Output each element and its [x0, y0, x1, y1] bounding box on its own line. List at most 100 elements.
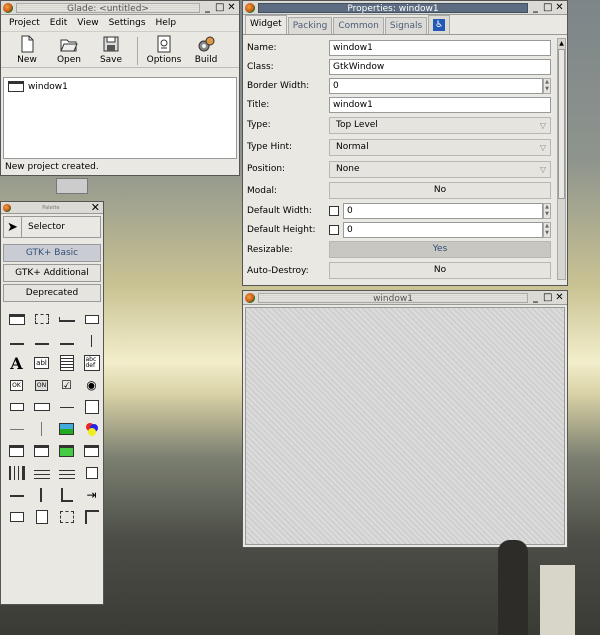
palette-tab-gtk-additional[interactable]: GTK+ Additional: [3, 264, 101, 282]
open-button[interactable]: Open: [51, 35, 87, 65]
scroll-thumb[interactable]: [558, 49, 565, 199]
window1-titlebar[interactable]: window1 _ □ ✕: [243, 291, 567, 305]
image-widget-icon[interactable]: [58, 420, 76, 438]
entry-widget-icon[interactable]: abl: [33, 354, 51, 372]
spin-arrows-icon[interactable]: ▲ ▼: [543, 202, 551, 219]
palette-tab-gtk-basic[interactable]: GTK+ Basic: [3, 244, 101, 262]
default-width-spin[interactable]: 0 ▲ ▼: [329, 202, 551, 219]
default-height-field[interactable]: 0: [343, 221, 543, 238]
vseparator-small-icon[interactable]: [83, 332, 101, 350]
border-width-spin[interactable]: 0 ▲ ▼: [329, 77, 551, 94]
type-combo[interactable]: Top Level: [329, 116, 551, 134]
dialog-widget-icon[interactable]: [33, 310, 51, 328]
tab-signals[interactable]: Signals: [384, 17, 428, 34]
text-abc-def-icon[interactable]: abc def: [83, 354, 101, 372]
hbox-widget-icon[interactable]: [58, 310, 76, 328]
minimize-button[interactable]: _: [203, 2, 212, 13]
check-button-icon[interactable]: ☑: [58, 376, 76, 394]
window1-placeholder-area[interactable]: [245, 307, 565, 545]
tab-common[interactable]: Common: [333, 17, 384, 34]
default-height-spin[interactable]: 0 ▲ ▼: [329, 221, 551, 238]
new-button[interactable]: New: [9, 35, 45, 65]
status-bar: New project created.: [3, 160, 237, 174]
glade-titlebar[interactable]: Glade: <untitled> _ □ ✕: [1, 1, 239, 15]
w1-minimize-button[interactable]: _: [531, 292, 540, 303]
vscale-icon[interactable]: [33, 486, 51, 504]
w1-maximize-button[interactable]: □: [543, 292, 552, 303]
menu-project[interactable]: Project: [9, 18, 40, 28]
notebook-icon[interactable]: [33, 508, 51, 526]
table-widget-icon[interactable]: [8, 332, 26, 350]
input-dialog-icon[interactable]: [83, 442, 101, 460]
radio-group-icon[interactable]: [58, 332, 76, 350]
type-hint-combo[interactable]: Normal: [329, 138, 551, 156]
handle-box-icon[interactable]: [58, 486, 76, 504]
prop-close-button[interactable]: ✕: [555, 2, 564, 13]
menu-settings[interactable]: Settings: [109, 18, 146, 28]
vpaned-icon[interactable]: [33, 464, 51, 482]
close-button[interactable]: ✕: [227, 2, 236, 13]
toggle-button-icon[interactable]: ON: [33, 376, 51, 394]
w1-close-button[interactable]: ✕: [555, 292, 564, 303]
hpaned-icon[interactable]: [8, 464, 26, 482]
position-combo[interactable]: None: [329, 160, 551, 178]
arrow-icon[interactable]: ⇥: [83, 486, 101, 504]
default-width-field[interactable]: 0: [343, 202, 543, 219]
frame-icon[interactable]: [8, 508, 26, 526]
prop-maximize-button[interactable]: □: [543, 2, 552, 13]
tab-accessibility[interactable]: ♿: [428, 15, 451, 34]
tree-item-window1[interactable]: window1: [4, 78, 236, 95]
dock-button[interactable]: [56, 178, 88, 194]
menu-view[interactable]: View: [77, 18, 98, 28]
default-width-checkbox[interactable]: [329, 205, 339, 216]
table-grid-icon[interactable]: [58, 464, 76, 482]
palette-close-button[interactable]: ✕: [91, 201, 100, 214]
hscale-icon[interactable]: [58, 398, 76, 416]
resizable-toggle[interactable]: Yes: [329, 241, 551, 258]
file-chooser-icon[interactable]: [8, 442, 26, 460]
spin-arrows-icon[interactable]: ▲ ▼: [543, 77, 551, 94]
prop-minimize-button[interactable]: _: [531, 2, 540, 13]
selector-button[interactable]: ➤ Selector: [3, 216, 101, 238]
options-button[interactable]: Options: [146, 35, 182, 65]
vbox-widget-icon[interactable]: [83, 310, 101, 328]
label-widget-icon[interactable]: A: [8, 354, 26, 373]
font-selection-icon[interactable]: [33, 442, 51, 460]
hseparator-icon[interactable]: [8, 420, 26, 438]
palette-tab-deprecated[interactable]: Deprecated: [3, 284, 101, 302]
palette-titlebar[interactable]: Palette ✕: [1, 201, 103, 214]
build-button[interactable]: Build: [188, 35, 224, 65]
button-widget-icon[interactable]: OK: [8, 376, 26, 394]
border-width-field[interactable]: 0: [329, 77, 543, 94]
modal-toggle[interactable]: No: [329, 182, 551, 199]
scroll-up-arrow-icon[interactable]: ▲: [558, 39, 565, 48]
window-widget-icon[interactable]: [8, 310, 26, 328]
spin-button-icon[interactable]: [8, 398, 26, 416]
auto-destroy-toggle[interactable]: No: [329, 262, 551, 279]
properties-titlebar[interactable]: Properties: window1 _ □ ✕: [243, 1, 567, 15]
color-dialog-icon[interactable]: [58, 442, 76, 460]
title-field[interactable]: window1: [329, 96, 551, 113]
color-selection-icon[interactable]: [83, 420, 101, 438]
name-field[interactable]: window1: [329, 39, 551, 56]
layout-icon[interactable]: [83, 464, 101, 482]
save-button[interactable]: Save: [93, 35, 129, 65]
vseparator-icon[interactable]: [33, 420, 51, 438]
tab-packing[interactable]: Packing: [287, 17, 333, 34]
radio-button-icon[interactable]: ◉: [83, 376, 101, 394]
tab-widget[interactable]: Widget: [245, 15, 287, 34]
textview-widget-icon[interactable]: [58, 354, 76, 372]
combo-box-icon[interactable]: [33, 398, 51, 416]
aspect-frame-icon[interactable]: [83, 508, 101, 526]
default-height-checkbox[interactable]: [329, 224, 339, 235]
properties-scrollbar[interactable]: ▲: [557, 38, 566, 280]
menu-help[interactable]: Help: [156, 18, 177, 28]
menu-edit[interactable]: Edit: [50, 18, 67, 28]
event-box-icon[interactable]: [58, 508, 76, 526]
fixed-widget-icon[interactable]: [33, 332, 51, 350]
toolbar-icon[interactable]: [8, 486, 26, 504]
maximize-button[interactable]: □: [215, 2, 224, 13]
glade-logo-icon: [3, 2, 13, 13]
spin-arrows-icon[interactable]: ▲ ▼: [543, 221, 551, 238]
tree-view-icon[interactable]: [83, 398, 101, 416]
